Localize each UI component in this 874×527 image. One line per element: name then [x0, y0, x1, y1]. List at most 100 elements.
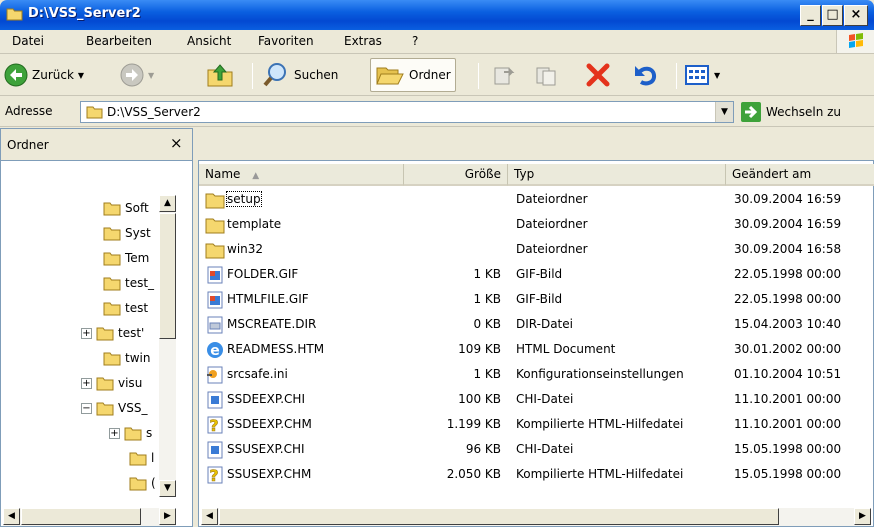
column-header-modified[interactable]: Geändert am — [726, 164, 874, 186]
expand-icon[interactable]: + — [81, 327, 92, 339]
chevron-down-icon[interactable]: ▼ — [148, 71, 154, 80]
svg-text:e: e — [210, 343, 220, 359]
address-input[interactable]: D:\VSS_Server2 ▼ — [80, 101, 734, 123]
folder-icon — [205, 193, 225, 209]
tree-item[interactable]: twin — [103, 346, 150, 370]
folder-icon — [103, 302, 121, 315]
tree-item[interactable]: test — [103, 296, 148, 320]
address-dropdown-button[interactable]: ▼ — [715, 102, 733, 122]
folders-toggle-button[interactable]: Ordner — [370, 58, 456, 92]
collapse-icon[interactable]: − — [81, 402, 92, 414]
move-to-icon — [494, 67, 515, 85]
copy-to-icon — [536, 67, 556, 86]
file-row[interactable]: ? SSUSEXP.CHM 2.050 KB Kompilierte HTML-Hil… — [203, 463, 871, 487]
chevron-down-icon[interactable]: ▼ — [714, 71, 720, 80]
move-to-button[interactable] — [492, 58, 518, 92]
tree-item[interactable]: − VSS_ — [81, 396, 147, 420]
windows-logo-icon — [836, 30, 874, 53]
column-header-name[interactable]: Name ▲ — [199, 164, 404, 186]
scroll-up-button[interactable]: ▲ — [159, 195, 176, 212]
title-bar[interactable]: D:\VSS_Server2 _ □ × — [0, 0, 874, 30]
file-type: GIF-Bild — [516, 267, 563, 281]
back-label: Zurück — [32, 68, 74, 82]
file-type: CHI-Datei — [516, 392, 574, 406]
tree-item[interactable]: Soft — [103, 196, 149, 220]
menu-favoriten[interactable]: Favoriten — [258, 34, 314, 48]
file-list: Name ▲ Größe Typ Geändert am setup Dateio… — [198, 160, 874, 527]
maximize-button[interactable]: □ — [822, 5, 843, 26]
file-size: 1.199 KB — [446, 417, 501, 431]
scroll-thumb[interactable] — [159, 213, 176, 339]
expand-icon[interactable]: + — [109, 427, 120, 439]
column-header-type[interactable]: Typ — [508, 164, 726, 186]
file-row[interactable]: e READMESS.HTM 109 KB HTML Document 30.01.20… — [203, 338, 871, 362]
file-name: SSDEEXP.CHM — [227, 417, 312, 431]
svg-text:?: ? — [209, 466, 218, 485]
tree-item-label: Soft — [125, 201, 149, 215]
search-button[interactable]: Suchen — [262, 58, 338, 92]
forward-button[interactable]: ▼ — [120, 58, 154, 92]
expand-icon[interactable]: + — [81, 377, 92, 389]
menu-bearbeiten[interactable]: Bearbeiten — [86, 34, 152, 48]
folder-icon — [96, 402, 114, 415]
views-button[interactable]: ▼ — [684, 58, 720, 92]
column-name-label: Name — [205, 167, 241, 181]
tree-vertical-scrollbar[interactable]: ▲ ▼ — [159, 195, 176, 497]
menu-ansicht[interactable]: Ansicht — [187, 34, 231, 48]
horizontal-scrollbar[interactable]: ◀ ▶ — [201, 508, 871, 526]
file-row[interactable]: srcsafe.ini 1 KB Konfigurationseinstellung… — [203, 363, 871, 387]
chevron-down-icon[interactable]: ▼ — [78, 71, 84, 80]
file-row[interactable]: win32 Dateiordner 30.09.2004 16:58 — [203, 238, 871, 262]
tree-item[interactable]: ( — [129, 471, 156, 495]
file-size: 2.050 KB — [446, 467, 501, 481]
tree-item[interactable]: test_ — [103, 271, 154, 295]
back-button[interactable]: Zurück ▼ — [4, 58, 84, 92]
file-row[interactable]: template Dateiordner 30.09.2004 16:59 — [203, 213, 871, 237]
folder-icon — [129, 452, 147, 465]
minimize-button[interactable]: _ — [800, 5, 821, 26]
file-name: MSCREATE.DIR — [227, 317, 317, 331]
folder-icon — [129, 477, 147, 490]
folder-icon — [103, 352, 121, 365]
file-type: Dateiordner — [516, 242, 588, 256]
file-type: CHI-Datei — [516, 442, 574, 456]
file-row[interactable]: MSCREATE.DIR 0 KB DIR-Datei 15.04.2003 10:4… — [203, 313, 871, 337]
tree-item[interactable]: + visu — [81, 371, 142, 395]
tree-item[interactable]: + test' — [81, 321, 144, 345]
file-row[interactable]: ? SSDEEXP.CHM 1.199 KB Kompilierte HTML-Hil… — [203, 413, 871, 437]
column-header-size[interactable]: Größe — [404, 164, 508, 186]
tree-item-label: test_ — [125, 276, 155, 290]
scroll-down-button[interactable]: ▼ — [159, 480, 176, 497]
menu-help[interactable]: ? — [412, 34, 418, 48]
chm-help-icon: ? — [207, 466, 223, 485]
tree-item[interactable]: Tem — [103, 246, 149, 270]
file-row[interactable]: SSDEEXP.CHI 100 KB CHI-Datei 11.10.2001 00:… — [203, 388, 871, 412]
file-row[interactable]: HTMLFILE.GIF 1 KB GIF-Bild 22.05.1998 00:00 — [203, 288, 871, 312]
up-folder-icon — [207, 64, 233, 87]
tree-item-label: test — [125, 301, 149, 315]
menu-extras[interactable]: Extras — [344, 34, 382, 48]
undo-button[interactable] — [632, 58, 660, 92]
menu-datei[interactable]: Datei — [12, 34, 44, 48]
delete-button[interactable] — [584, 58, 612, 92]
tree-item[interactable]: l — [129, 446, 154, 470]
address-label: Adresse — [5, 104, 53, 118]
folder-pane-close-button[interactable]: × — [170, 134, 183, 152]
scroll-thumb[interactable] — [21, 508, 141, 525]
scroll-right-button[interactable]: ▶ — [159, 508, 176, 525]
scroll-thumb[interactable] — [219, 508, 779, 525]
up-folder-button[interactable] — [205, 58, 235, 92]
tree-horizontal-scrollbar[interactable]: ◀ ▶ — [3, 508, 176, 526]
file-row[interactable]: FOLDER.GIF 1 KB GIF-Bild 22.05.1998 00:00 — [203, 263, 871, 287]
scroll-left-button[interactable]: ◀ — [201, 508, 218, 525]
go-button[interactable]: Wechseln zu — [741, 101, 841, 123]
copy-to-button[interactable] — [534, 58, 560, 92]
close-button[interactable]: × — [844, 5, 868, 26]
tree-item[interactable]: Syst — [103, 221, 151, 245]
scroll-right-button[interactable]: ▶ — [854, 508, 871, 525]
scroll-left-button[interactable]: ◀ — [3, 508, 20, 525]
folders-label: Ordner — [409, 68, 451, 82]
tree-item[interactable]: + s — [109, 421, 152, 445]
file-row[interactable]: SSUSEXP.CHI 96 KB CHI-Datei 15.05.1998 00:0… — [203, 438, 871, 462]
file-row[interactable]: setup Dateiordner 30.09.2004 16:59 — [203, 188, 871, 212]
